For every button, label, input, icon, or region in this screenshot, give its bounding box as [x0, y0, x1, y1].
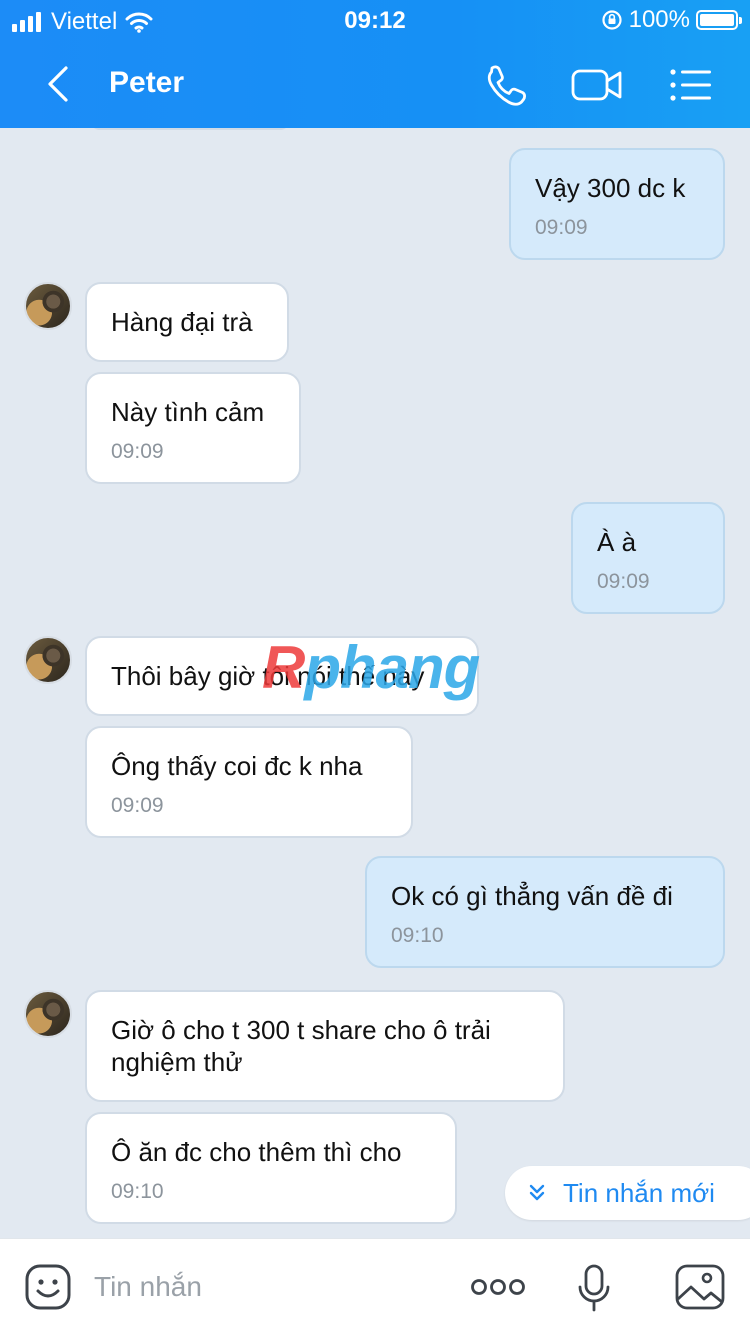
composer-bar: [0, 1238, 750, 1334]
status-bar: Viettel 09:12 100%: [0, 0, 750, 42]
nav-bar: Peter: [0, 42, 750, 128]
battery-percent: 100%: [628, 6, 690, 33]
message-text: Giờ ô cho t 300 t share cho ô trải nghiệ…: [111, 1015, 491, 1077]
new-messages-button[interactable]: Tin nhắn mới: [505, 1166, 750, 1220]
message-input[interactable]: [94, 1265, 434, 1309]
message-bubble-incoming[interactable]: Giờ ô cho t 300 t share cho ô trải nghiệ…: [85, 990, 565, 1102]
new-messages-label: Tin nhắn mới: [563, 1177, 715, 1208]
contact-avatar[interactable]: [24, 990, 72, 1038]
back-button[interactable]: [38, 62, 82, 106]
contact-avatar[interactable]: [24, 282, 72, 330]
chat-header: Viettel 09:12 100% Peter: [0, 0, 750, 128]
message-bubble-incoming[interactable]: Này tình cảm 09:09: [85, 372, 301, 484]
message-time: 09:10: [111, 1180, 164, 1203]
message-text: Vậy 300 dc k: [535, 173, 686, 203]
message-text: Ô ăn đc cho thêm thì cho: [111, 1137, 402, 1167]
message-bubble-outgoing[interactable]: À à 09:09: [571, 502, 725, 614]
message-text: Ông thấy coi đc k nha: [111, 751, 363, 781]
message-bubble-incoming[interactable]: Ô ăn đc cho thêm thì cho 09:10: [85, 1112, 457, 1224]
phone-call-button[interactable]: [480, 60, 534, 110]
message-bubble-outgoing[interactable]: Vậy 300 dc k 09:09: [509, 148, 725, 260]
rotation-lock-icon: [602, 10, 622, 30]
message-time: 09:09: [111, 794, 164, 817]
message-text: Hàng đại trà: [111, 307, 253, 337]
image-gallery-button[interactable]: [674, 1263, 726, 1311]
contact-avatar[interactable]: [24, 636, 72, 684]
message-text: Này tình cảm: [111, 397, 265, 427]
message-text: À à: [597, 527, 637, 557]
message-time: 09:09: [535, 216, 588, 239]
message-time: 09:09: [597, 570, 650, 593]
previous-message-bubble: [90, 128, 290, 130]
more-options-button[interactable]: [470, 1269, 526, 1305]
contact-name[interactable]: Peter: [109, 66, 184, 100]
video-call-button[interactable]: [570, 60, 624, 110]
message-text: Ok có gì thẳng vấn đề đi: [391, 881, 673, 911]
menu-list-button[interactable]: [664, 60, 718, 110]
message-list[interactable]: Vậy 300 dc k 09:09 Hàng đại trà Này tình…: [0, 128, 750, 1238]
microphone-button[interactable]: [576, 1263, 612, 1313]
battery-icon: [696, 10, 742, 30]
message-bubble-incoming[interactable]: Thôi bây giờ tôi nói thế này: [85, 636, 479, 716]
message-bubble-outgoing[interactable]: Ok có gì thẳng vấn đề đi 09:10: [365, 856, 725, 968]
emoji-sticker-button[interactable]: [24, 1263, 72, 1311]
message-bubble-incoming[interactable]: Hàng đại trà: [85, 282, 289, 362]
message-time: 09:10: [391, 924, 444, 947]
double-chevron-down-icon: [529, 1184, 545, 1201]
message-bubble-incoming[interactable]: Ông thấy coi đc k nha 09:09: [85, 726, 413, 838]
message-time: 09:09: [111, 440, 164, 463]
message-text: Thôi bây giờ tôi nói thế này: [111, 661, 425, 691]
